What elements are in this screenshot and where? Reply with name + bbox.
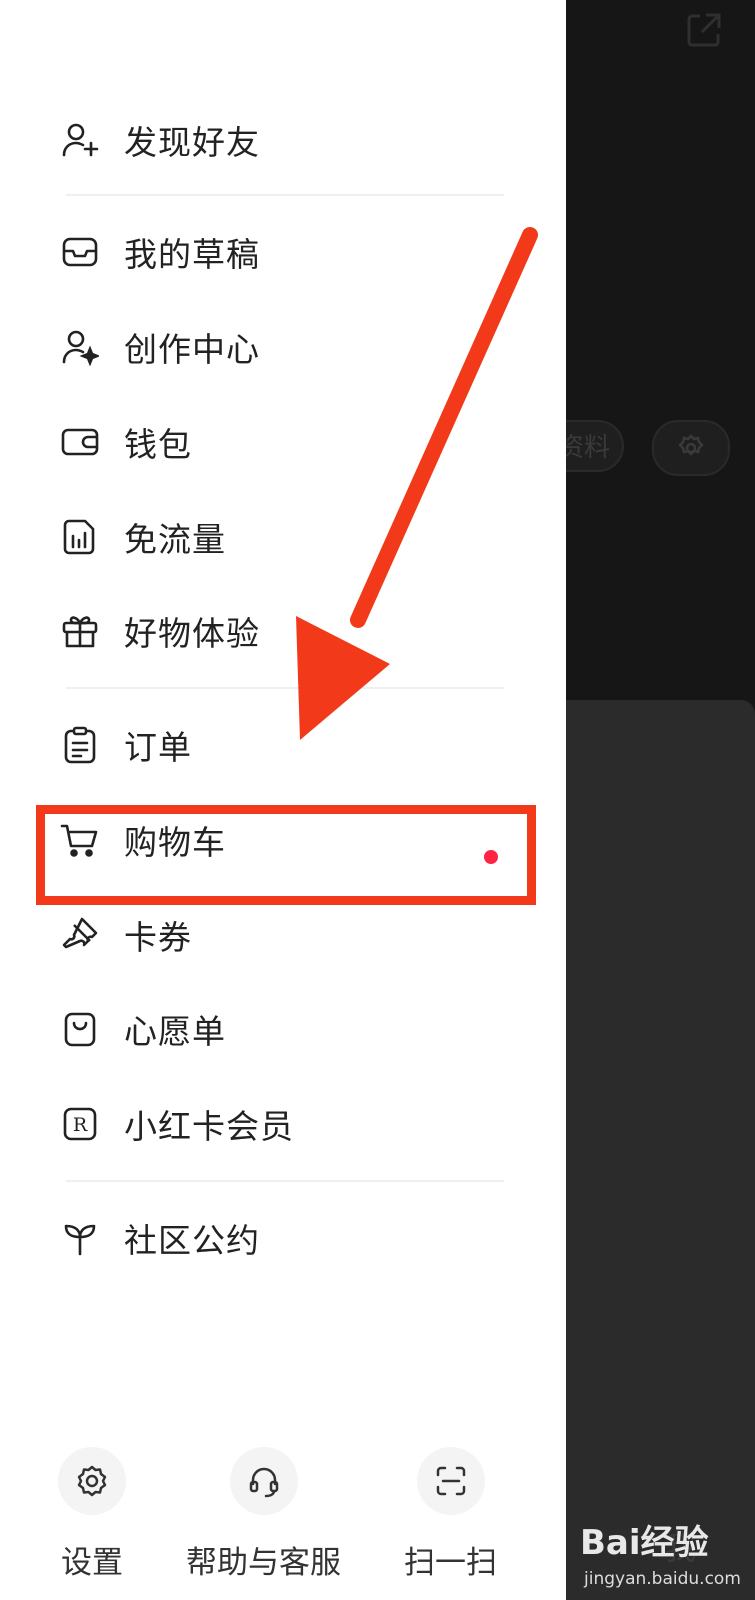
watermark-logo: Bai经验	[580, 1523, 709, 1563]
annotation-arrow	[296, 227, 538, 740]
baidu-jingyan-watermark: Bai经验 jingyan.baidu.com	[580, 1515, 752, 1595]
annotation-highlight-box	[36, 805, 536, 905]
watermark-url: jingyan.baidu.com	[584, 1569, 741, 1589]
